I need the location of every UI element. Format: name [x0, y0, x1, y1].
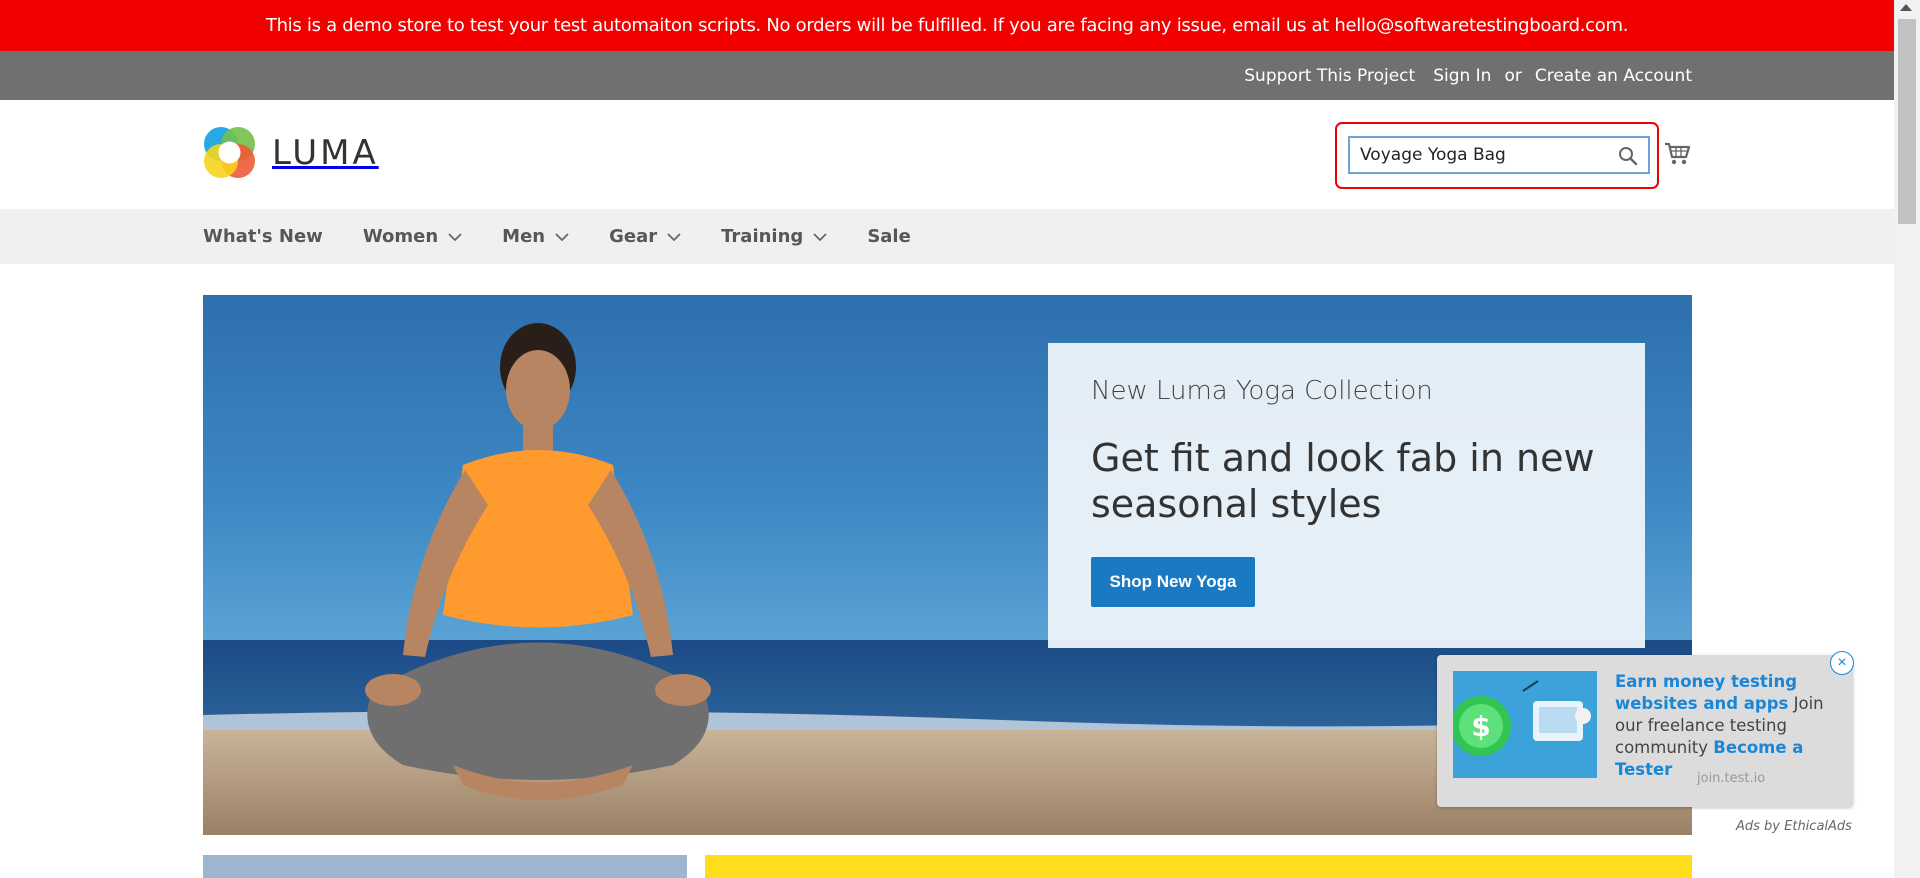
scroll-up-arrow-icon[interactable] — [1900, 4, 1912, 11]
promo-eyebrow: New Luma Yoga Collection — [1091, 376, 1433, 406]
demo-notice-bar: This is a demo store to test your test a… — [0, 0, 1894, 51]
nav-item-gear[interactable]: Gear — [609, 226, 681, 247]
sign-in-link[interactable]: Sign In — [1433, 66, 1491, 86]
nav-item-label: Gear — [609, 226, 658, 247]
logo-text: LUMA — [272, 132, 379, 173]
cart-icon[interactable] — [1663, 140, 1691, 168]
top-links: Support This Project Sign In or Create a… — [1244, 51, 1692, 100]
nav-item-label: Training — [721, 226, 804, 247]
nav-item-label: What's New — [203, 226, 323, 247]
support-project-link[interactable]: Support This Project — [1244, 66, 1415, 86]
page: This is a demo store to test your test a… — [0, 0, 1894, 878]
demo-notice-text: This is a demo store to test your test a… — [265, 15, 1629, 36]
nav-item-training[interactable]: Training — [721, 226, 827, 247]
logo-link[interactable]: LUMA — [203, 126, 379, 179]
ad-text: Earn money testing websites and apps Joi… — [1615, 671, 1840, 781]
main-navigation: What's New Women Men Gear Training Sale — [0, 209, 1894, 264]
nav-item-women[interactable]: Women — [363, 226, 462, 247]
site-header: LUMA — [0, 100, 1894, 209]
nav-item-whats-new[interactable]: What's New — [203, 226, 323, 247]
shop-new-yoga-button[interactable]: Shop New Yoga — [1091, 557, 1255, 607]
nav-item-label: Women — [362, 226, 439, 247]
nav-item-sale[interactable]: Sale — [867, 226, 911, 247]
nav-item-men[interactable]: Men — [502, 226, 569, 247]
chevron-down-icon — [448, 232, 462, 241]
chevron-down-icon — [555, 232, 569, 241]
search-box — [1348, 136, 1650, 174]
svg-text:$: $ — [1471, 710, 1490, 743]
ad-domain: join.test.io — [1697, 771, 1766, 786]
ethical-ad[interactable]: $ Earn money testing websites and apps J… — [1437, 655, 1853, 807]
nav-item-label: Men — [502, 226, 546, 247]
ad-image: $ — [1453, 671, 1597, 778]
scrollbar-thumb[interactable] — [1898, 19, 1916, 224]
search-icon[interactable] — [1618, 146, 1638, 166]
luma-logo-icon — [203, 126, 256, 179]
promo-card: New Luma Yoga Collection Get fit and loo… — [1048, 343, 1645, 648]
ad-close-button[interactable]: × — [1830, 651, 1854, 675]
ads-by-ethicalads[interactable]: Ads by EthicalAds — [1736, 819, 1852, 834]
search-input[interactable] — [1350, 144, 1612, 166]
ad-headline-link[interactable]: Earn money testing websites and apps — [1615, 672, 1797, 713]
chevron-down-icon — [813, 232, 827, 241]
promo-headline: Get fit and look fab in new seasonal sty… — [1091, 436, 1595, 526]
nav-item-label: Sale — [867, 226, 911, 247]
promo-tile-left[interactable] — [203, 855, 687, 878]
or-separator: or — [1504, 65, 1522, 86]
chevron-down-icon — [667, 232, 681, 241]
promo-tile-right[interactable] — [705, 855, 1692, 878]
top-links-bar: Support This Project Sign In or Create a… — [0, 51, 1894, 100]
create-account-link[interactable]: Create an Account — [1535, 66, 1692, 86]
